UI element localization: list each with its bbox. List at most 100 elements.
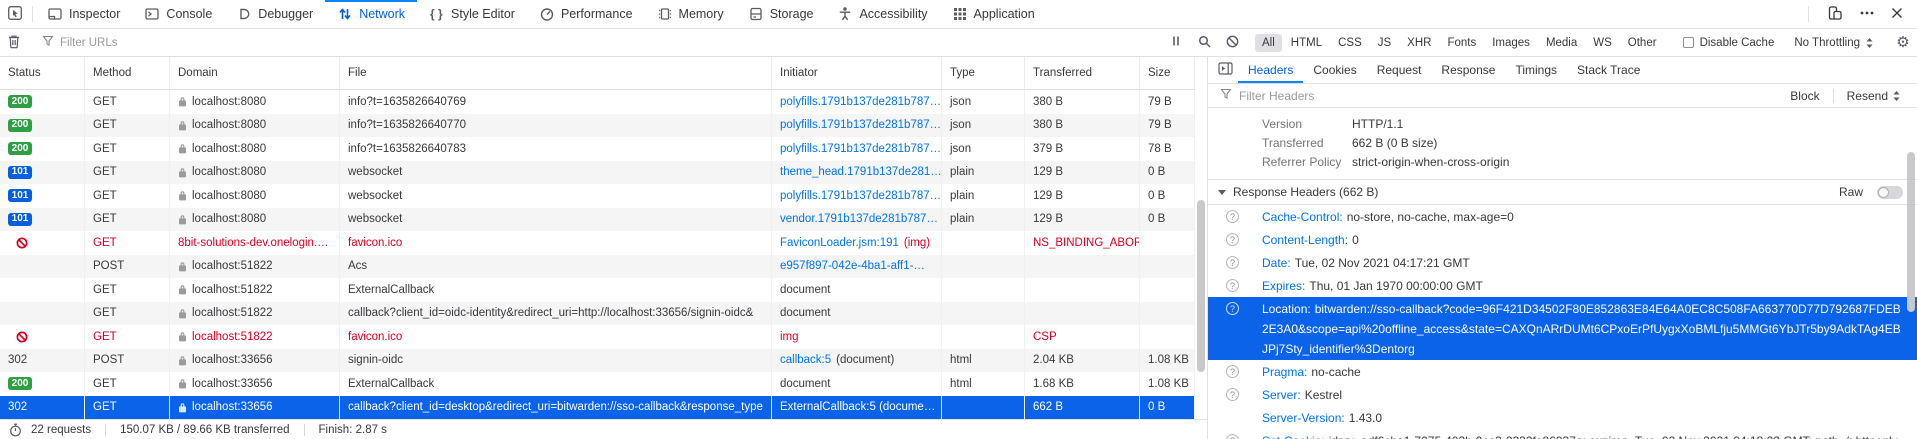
column-header-size[interactable]: Size <box>1140 57 1195 90</box>
header-help-icon[interactable]: ? <box>1226 388 1239 401</box>
column-header-domain[interactable]: Domain <box>170 57 340 90</box>
devtools-tab-storage[interactable]: Storage <box>736 0 826 28</box>
collapse-panel-button[interactable] <box>1212 57 1238 83</box>
column-header-transferred[interactable]: Transferred <box>1025 57 1140 90</box>
request-row[interactable]: 200GETlocalhost:33656ExternalCallbackdoc… <box>0 372 1195 396</box>
response-header-row[interactable]: ?Set-Cookie:idsrv=adf6cba1-7075-402b-9ec… <box>1208 429 1917 439</box>
header-help-icon[interactable]: ? <box>1226 365 1239 378</box>
response-header-row[interactable]: ?Location:bitwarden://sso-callback?code=… <box>1208 297 1917 360</box>
meatball-menu-icon[interactable] <box>1859 5 1875 24</box>
request-row[interactable]: POSTlocalhost:51822Acse957f897-042e-4ba1… <box>0 255 1195 279</box>
initiator-link[interactable]: polyfills.1791b137de281b787… <box>780 190 941 202</box>
network-settings-button[interactable]: ⚙ <box>1889 29 1917 56</box>
initiator-link[interactable]: FaviconLoader.jsm:191 <box>780 237 899 249</box>
request-list-scrollbar[interactable] <box>1197 200 1205 372</box>
filter-urls-input[interactable]: Filter URLs <box>33 29 1162 56</box>
request-method: POST <box>85 255 170 279</box>
request-row[interactable]: 101GETlocalhost:8080websockettheme_head.… <box>0 161 1195 185</box>
header-help-icon[interactable]: ? <box>1226 210 1239 223</box>
devtools-tab-application[interactable]: Application <box>940 0 1047 28</box>
request-row[interactable]: GETlocalhost:51822ExternalCallbackdocume… <box>0 278 1195 302</box>
request-row[interactable]: 101GETlocalhost:8080websocketvendor.1791… <box>0 208 1195 232</box>
column-header-file[interactable]: File <box>340 57 772 90</box>
filter-headers-input[interactable]: Filter Headers <box>1239 89 1777 103</box>
panel-tab-response[interactable]: Response <box>1431 57 1505 83</box>
devtools-tab-performance[interactable]: Performance <box>527 0 645 28</box>
search-button[interactable] <box>1190 29 1218 56</box>
panel-tab-request[interactable]: Request <box>1367 57 1432 83</box>
type-filter-all[interactable]: All <box>1255 34 1282 52</box>
response-header-row[interactable]: ?Date:Tue, 02 Nov 2021 04:17:21 GMT <box>1208 251 1917 274</box>
request-row[interactable]: 200GETlocalhost:8080info?t=1635826640770… <box>0 114 1195 138</box>
request-row[interactable]: GETlocalhost:51822favicon.icoimgCSP <box>0 325 1195 349</box>
devtools-tab-style-editor[interactable]: { }Style Editor <box>417 0 527 28</box>
throttling-dropdown[interactable]: No Throttling <box>1784 37 1884 49</box>
header-help-icon[interactable]: ? <box>1226 434 1239 439</box>
panel-tab-stack-trace[interactable]: Stack Trace <box>1567 57 1650 83</box>
type-filter-fonts[interactable]: Fonts <box>1440 34 1483 52</box>
panel-tab-timings[interactable]: Timings <box>1505 57 1567 83</box>
type-filter-xhr[interactable]: XHR <box>1400 34 1438 52</box>
dropdown-arrows-icon <box>1892 90 1901 102</box>
resend-button[interactable]: Resend <box>1841 89 1907 103</box>
devtools-tab-label: Storage <box>770 7 814 21</box>
devtools-tab-console[interactable]: Console <box>132 0 224 28</box>
response-header-row[interactable]: ?Server:Kestrel <box>1208 383 1917 406</box>
node-picker-button[interactable] <box>0 0 30 28</box>
request-row[interactable]: 302POSTlocalhost:33656signin-oidccallbac… <box>0 349 1195 373</box>
column-header-type[interactable]: Type <box>942 57 1025 90</box>
type-filter-ws[interactable]: WS <box>1586 34 1619 52</box>
details-panel-scrollbar[interactable] <box>1907 152 1915 312</box>
devtools-tab-accessibility[interactable]: Accessibility <box>825 0 939 28</box>
request-row[interactable]: GET8bit-solutions-dev.onelogin.…favicon.… <box>0 231 1195 255</box>
response-headers-section[interactable]: Response Headers (662 B) Raw <box>1208 179 1917 205</box>
initiator-link[interactable]: polyfills.1791b137de281b787… <box>780 143 941 155</box>
type-filter-css[interactable]: CSS <box>1331 34 1369 52</box>
type-filter-js[interactable]: JS <box>1371 34 1398 52</box>
initiator-link[interactable]: polyfills.1791b137de281b787… <box>780 96 941 108</box>
type-filter-other[interactable]: Other <box>1621 34 1664 52</box>
column-header-method[interactable]: Method <box>85 57 170 90</box>
initiator-link[interactable]: callback:5 <box>780 354 831 366</box>
initiator-link[interactable]: vendor.1791b137de281b787… <box>780 213 938 225</box>
response-header-row[interactable]: ?Pragma:no-cache <box>1208 360 1917 383</box>
close-icon[interactable] <box>1891 7 1903 22</box>
response-header-row[interactable]: ?Content-Length:0 <box>1208 228 1917 251</box>
devtools-tab-network[interactable]: Network <box>325 0 417 28</box>
header-name: Content-Length: <box>1262 233 1348 247</box>
clear-requests-button[interactable] <box>0 29 28 56</box>
disable-cache-checkbox[interactable]: Disable Cache <box>1673 37 1785 49</box>
requests-count[interactable]: 22 requests <box>0 423 105 437</box>
column-header-initiator[interactable]: Initiator <box>772 57 942 90</box>
initiator-link[interactable]: polyfills.1791b137de281b787… <box>780 119 941 131</box>
raw-toggle[interactable] <box>1877 186 1903 199</box>
type-filter-images[interactable]: Images <box>1485 34 1537 52</box>
header-help-icon[interactable]: ? <box>1226 256 1239 269</box>
panel-tab-cookies[interactable]: Cookies <box>1303 57 1366 83</box>
header-help-icon[interactable]: ? <box>1226 233 1239 246</box>
header-help-icon[interactable]: ? <box>1226 279 1239 292</box>
request-row[interactable]: 200GETlocalhost:8080info?t=1635826640769… <box>0 90 1195 114</box>
responsive-design-icon[interactable] <box>1827 5 1843 24</box>
column-header-status[interactable]: Status <box>0 57 85 90</box>
request-row[interactable]: 302GETlocalhost:33656callback?client_id=… <box>0 396 1195 420</box>
response-header-row[interactable]: ?Cache-Control:no-store, no-cache, max-a… <box>1208 205 1917 228</box>
devtools-tab-memory[interactable]: Memory <box>645 0 736 28</box>
request-row[interactable]: 200GETlocalhost:8080info?t=1635826640783… <box>0 137 1195 161</box>
request-initiator: e957f897-042e-4ba1-aff1-… <box>772 255 942 279</box>
response-header-row[interactable]: ?Expires:Thu, 01 Jan 1970 00:00:00 GMT <box>1208 274 1917 297</box>
pause-traffic-button[interactable] <box>1162 29 1190 56</box>
devtools-tab-inspector[interactable]: Inspector <box>35 0 132 28</box>
panel-tab-headers[interactable]: Headers <box>1238 57 1303 83</box>
initiator-link[interactable]: e957f897-042e-4ba1-aff1-… <box>780 260 925 272</box>
initiator-link[interactable]: theme_head.1791b137de281… <box>780 166 942 178</box>
block-button[interactable]: Block <box>1784 89 1825 103</box>
type-filter-html[interactable]: HTML <box>1284 34 1329 52</box>
response-header-row[interactable]: ?Server-Version:1.43.0 <box>1208 406 1917 429</box>
header-help-icon[interactable]: ? <box>1226 302 1239 315</box>
request-row[interactable]: GETlocalhost:51822callback?client_id=oid… <box>0 302 1195 326</box>
type-filter-media[interactable]: Media <box>1539 34 1584 52</box>
devtools-tab-debugger[interactable]: Debugger <box>224 0 325 28</box>
request-blocking-button[interactable] <box>1218 29 1246 56</box>
request-row[interactable]: 101GETlocalhost:8080websocketpolyfills.1… <box>0 184 1195 208</box>
